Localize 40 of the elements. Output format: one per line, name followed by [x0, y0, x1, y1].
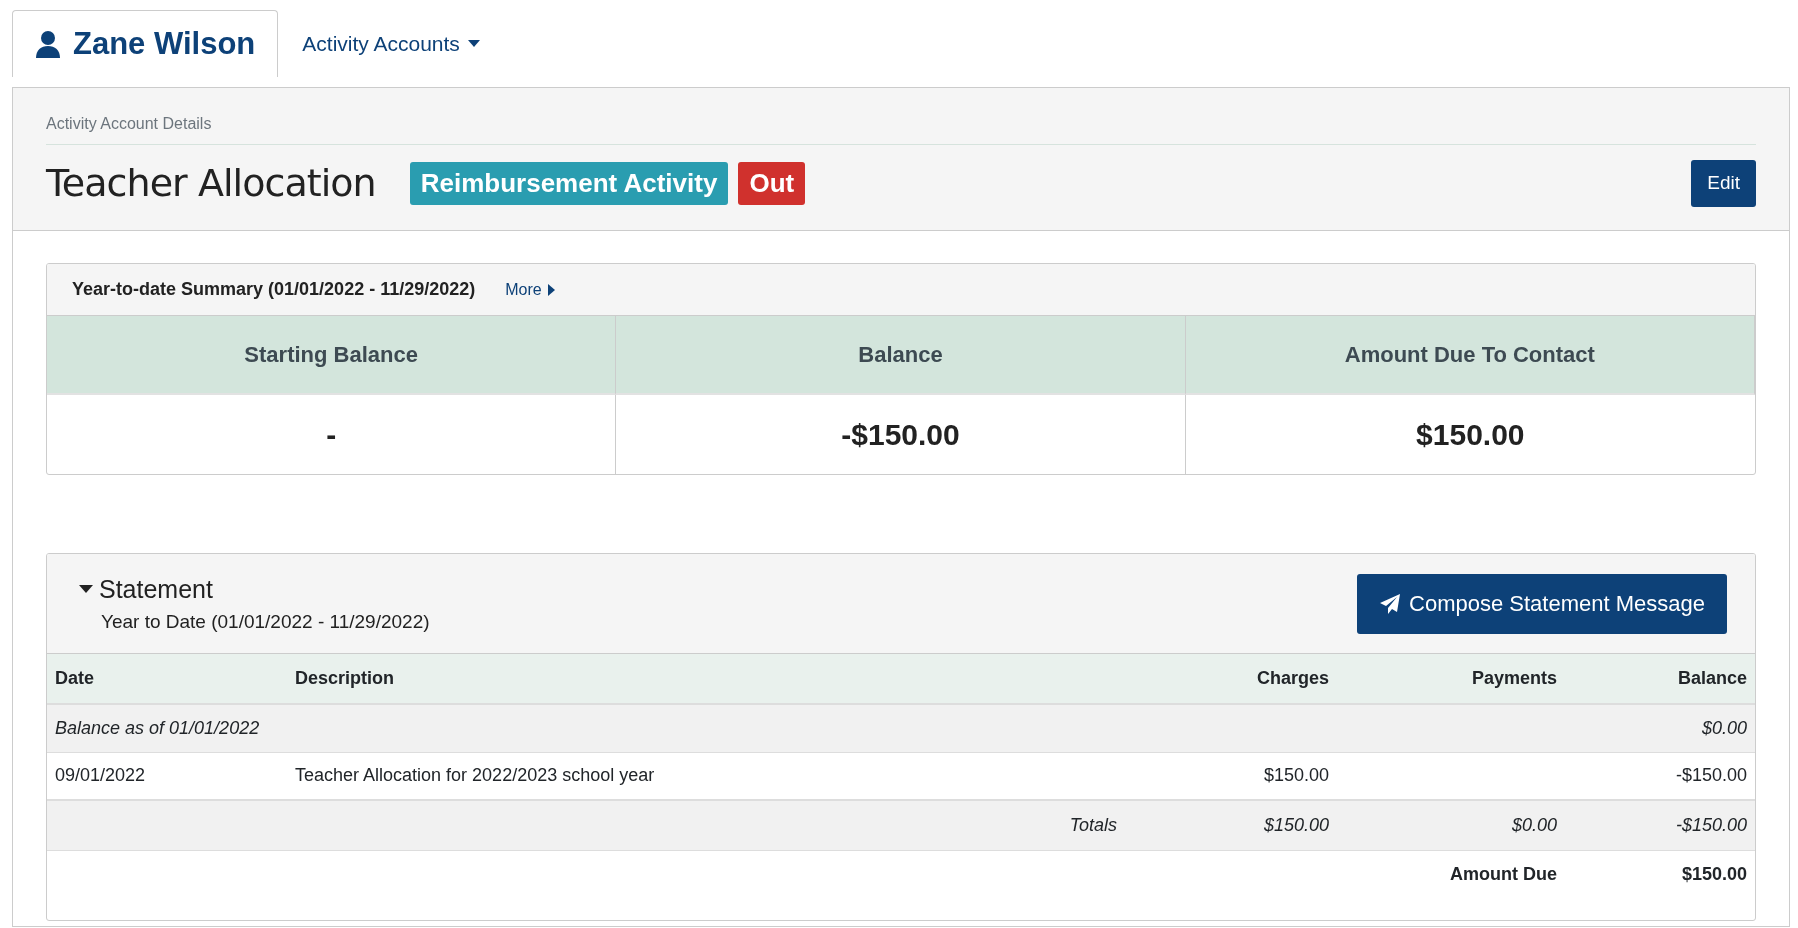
- column-header: Charges: [1147, 654, 1337, 704]
- summary-column-header: Amount Due To Contact: [1185, 316, 1755, 395]
- table-cell: $0.00: [1565, 704, 1755, 752]
- table-cell: $150.00: [1147, 800, 1337, 850]
- column-header: Description: [287, 654, 1147, 704]
- page-title: Teacher Allocation: [46, 160, 376, 207]
- caret-icon: [547, 283, 555, 296]
- summary-value: -$150.00: [616, 395, 1186, 474]
- statement-toggle[interactable]: Statement: [79, 570, 213, 608]
- caret-icon: [79, 585, 93, 594]
- summary-column-header: Balance: [616, 316, 1186, 395]
- summary-value: $150.00: [1415, 417, 1526, 453]
- caret-icon: [467, 40, 480, 47]
- table-cell: Totals: [47, 800, 1147, 850]
- tab[interactable]: Activity Accounts: [278, 10, 504, 77]
- table-cell: Teacher Allocation for 2022/2023 school year: [287, 752, 1147, 800]
- edit-button[interactable]: Edit: [1691, 160, 1756, 207]
- table-cell: $150.00: [1147, 752, 1337, 800]
- table-cell: Balance as of 01/01/2022: [47, 704, 1565, 752]
- summary-value: -: [47, 395, 617, 474]
- tab[interactable]: Zane Wilson: [12, 10, 279, 77]
- table-cell: $150.00: [1565, 850, 1755, 898]
- column-header: Date: [47, 654, 287, 704]
- status-badge: Out: [738, 162, 806, 205]
- table-cell: 09/01/2022: [47, 752, 287, 800]
- status-badge: Reimbursement Activity: [409, 162, 729, 205]
- table-cell: $0.00: [1337, 800, 1565, 850]
- more-link[interactable]: More: [505, 277, 555, 302]
- column-header: Payments: [1337, 654, 1565, 704]
- table-cell: -$150.00: [1565, 800, 1755, 850]
- person-icon: [35, 30, 61, 58]
- table-cell: -$150.00: [1565, 752, 1755, 800]
- statement-period: Year to Date (01/01/2022 - 11/29/2022): [100, 610, 431, 634]
- compose-statement-button[interactable]: Compose Statement Message: [1357, 573, 1727, 634]
- paper-plane-icon: [1379, 592, 1402, 615]
- summary-column-header: Starting Balance: [47, 316, 617, 395]
- column-header: Balance: [1565, 654, 1755, 704]
- breadcrumb: Activity Account Details: [46, 112, 1756, 145]
- summary-title: Year-to-date Summary (01/01/2022 - 11/29/2022): [72, 278, 476, 301]
- table-cell: Amount Due: [1337, 850, 1565, 898]
